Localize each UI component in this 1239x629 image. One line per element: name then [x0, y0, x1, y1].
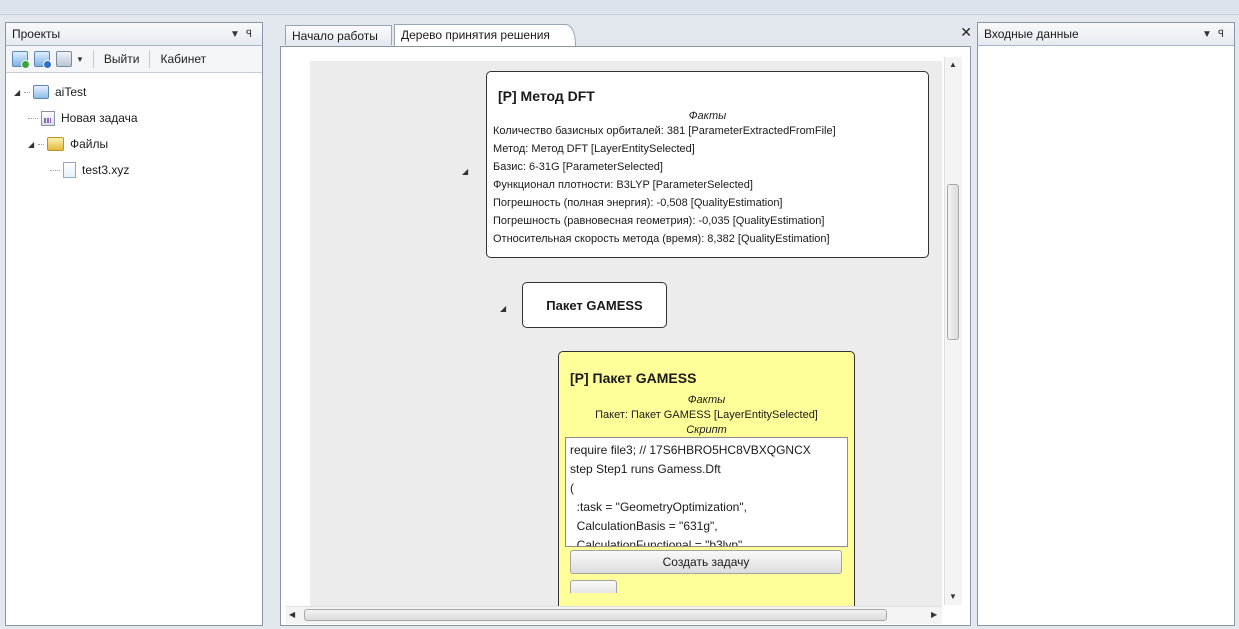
fact-line: Погрешность (равновесная геометрия): -0,… [493, 215, 825, 227]
collapse-icon[interactable]: ◢ [500, 304, 506, 313]
facts-header: Факты [687, 394, 726, 406]
pin-icon[interactable]: ꟼ [242, 29, 256, 40]
decision-tree-view: ◢ [P] Метод DFT Факты Количество базисны… [280, 46, 971, 626]
script-line: :task = "GeometryOptimization", [570, 500, 747, 514]
node-title: [P] Пакет GAMESS [570, 370, 697, 386]
script-header: Скрипт [686, 424, 727, 436]
fact-line: Пакет: Пакет GAMESS [LayerEntitySelected… [595, 409, 818, 421]
fact-line: Количество базисных орбиталей: 381 [Para… [493, 125, 836, 137]
tree-connector [38, 143, 44, 145]
tree-connector [28, 117, 38, 119]
secondary-button[interactable] [570, 580, 617, 593]
projects-panel-title: Проекты [12, 27, 61, 41]
script-line: CalculationBasis = "631g", [570, 519, 718, 533]
fact-line: Погрешность (полная энергия): -0,508 [Qu… [493, 197, 783, 209]
expand-icon[interactable]: ◢ [28, 140, 38, 149]
scroll-left-icon[interactable]: ◀ [289, 610, 295, 619]
tree-item-label: Файлы [70, 137, 109, 151]
tree-item-new-task[interactable]: Новая задача [14, 105, 262, 131]
tab-getting-started[interactable]: Начало работы [285, 25, 392, 45]
script-line: CalculationFunctional = "b3lyp", [570, 538, 746, 547]
projects-panel-header: Проекты ▼ ꟼ [6, 23, 262, 46]
horizontal-scroll-thumb[interactable] [304, 609, 887, 621]
database-icon[interactable] [56, 51, 72, 67]
chevron-down-icon[interactable]: ▼ [228, 29, 242, 40]
scroll-down-icon[interactable]: ▼ [949, 592, 957, 601]
node-title: [P] Метод DFT [498, 88, 595, 104]
horizontal-scrollbar[interactable]: ◀ ▶ [286, 606, 942, 624]
node-gamess-package[interactable]: Пакет GAMESS [522, 282, 667, 328]
node-gamess-detail[interactable]: [P] Пакет GAMESS Факты Пакет: Пакет GAME… [558, 351, 855, 609]
fact-line: Относительная скорость метода (время): 8… [493, 233, 830, 245]
script-line: ( [570, 481, 574, 495]
tree-canvas: ◢ [P] Метод DFT Факты Количество базисны… [310, 61, 942, 609]
top-strip [0, 0, 1239, 15]
task-icon [41, 110, 55, 126]
script-line: require file3; // 17S6HBRO5HC8VBXQGNCX [570, 443, 811, 457]
cabinet-button[interactable]: Кабинет [155, 49, 211, 69]
project-tree: ◢ aiTest Новая задача ◢ Файлы test3.xyz [6, 73, 262, 183]
close-icon[interactable]: ✕ [960, 24, 972, 41]
chevron-down-icon[interactable]: ▼ [76, 55, 84, 64]
logout-button[interactable]: Выйти [99, 49, 145, 69]
tree-item-file[interactable]: test3.xyz [14, 157, 262, 183]
script-line: step Step1 runs Gamess.Dft [570, 462, 721, 476]
fact-line: Функционал плотности: B3LYP [ParameterSe… [493, 179, 753, 191]
chevron-down-icon[interactable]: ▼ [1200, 29, 1214, 40]
document-tabs: Начало работы Дерево принятия решения ✕ [282, 22, 974, 46]
tree-connector [24, 91, 30, 93]
tab-decision-tree[interactable]: Дерево принятия решения [394, 24, 576, 46]
tree-connector [50, 169, 60, 171]
add-project-icon[interactable] [12, 51, 30, 69]
script-textbox[interactable]: require file3; // 17S6HBRO5HC8VBXQGNCX s… [565, 437, 848, 547]
toolbar-divider [92, 50, 94, 68]
input-data-panel-title: Входные данные [984, 27, 1079, 41]
input-data-panel: Входные данные ▼ ꟼ [977, 22, 1235, 626]
vertical-scrollbar[interactable]: ▲ ▼ [944, 57, 962, 605]
facts-header: Факты [688, 110, 727, 122]
vertical-scroll-thumb[interactable] [947, 184, 959, 340]
create-task-button[interactable]: Создать задачу [570, 550, 842, 574]
node-method-dft[interactable]: [P] Метод DFT Факты Количество базисных … [486, 71, 929, 258]
expand-icon[interactable]: ◢ [14, 88, 24, 97]
scroll-up-icon[interactable]: ▲ [949, 60, 957, 69]
input-data-panel-header: Входные данные ▼ ꟼ [978, 23, 1234, 46]
tree-item-label: test3.xyz [82, 163, 130, 177]
tree-item-label: aiTest [55, 85, 87, 99]
fact-line: Базис: 6-31G [ParameterSelected] [493, 161, 663, 173]
tree-item-files[interactable]: ◢ Файлы [14, 131, 262, 157]
project-icon [33, 85, 49, 99]
scroll-right-icon[interactable]: ▶ [931, 610, 937, 619]
tree-item-label: Новая задача [61, 111, 138, 125]
collapse-icon[interactable]: ◢ [462, 167, 468, 176]
folder-icon [47, 137, 64, 151]
open-project-icon[interactable] [34, 51, 52, 69]
tree-item-aitest[interactable]: ◢ aiTest [14, 79, 262, 105]
projects-toolbar: ▼ Выйти Кабинет [6, 46, 262, 73]
projects-panel: Проекты ▼ ꟼ ▼ Выйти Кабинет ◢ aiTest Нов… [5, 22, 263, 626]
fact-line: Метод: Метод DFT [LayerEntitySelected] [493, 143, 695, 155]
toolbar-divider [149, 50, 151, 68]
pin-icon[interactable]: ꟼ [1214, 29, 1228, 40]
file-icon [63, 162, 76, 178]
